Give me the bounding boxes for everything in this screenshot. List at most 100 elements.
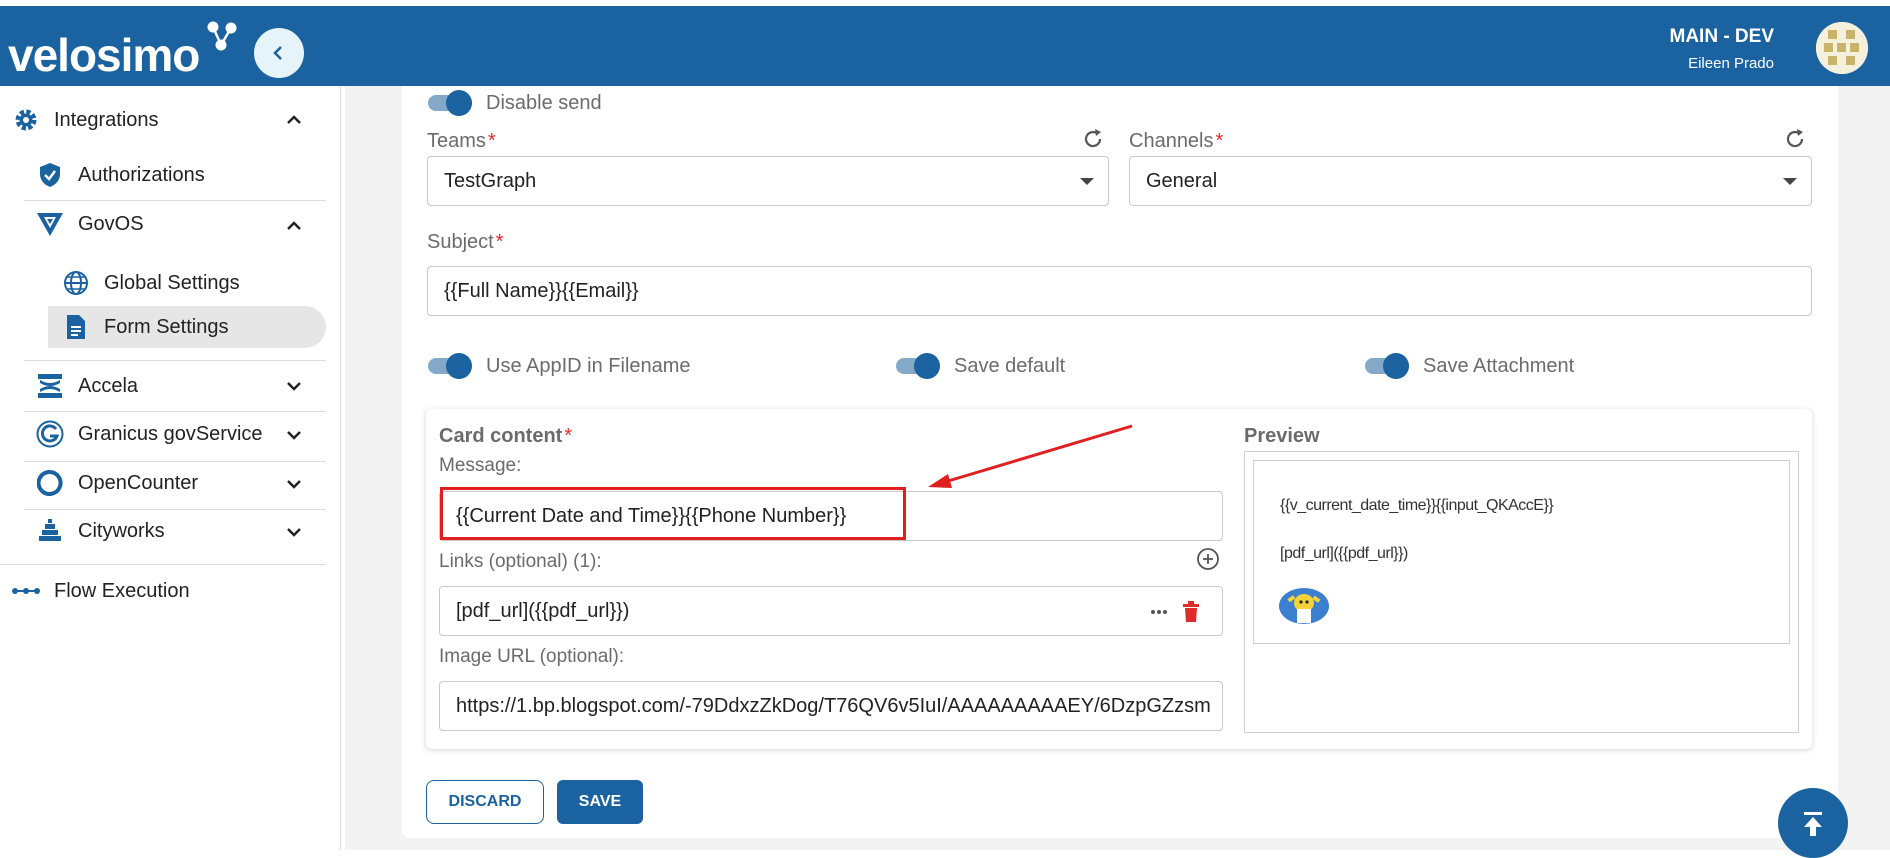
sidebar-item-label: Cityworks [78,519,165,542]
preview-link-text[interactable]: [pdf_url]({{pdf_url}}) [1280,545,1408,563]
sidebar-item-label: Granicus govService [78,422,263,445]
link-item-input[interactable]: [pdf_url]({{pdf_url}}) [439,586,1223,636]
annotation-highlight-box [440,487,906,540]
teams-select[interactable]: TestGraph [427,156,1109,206]
use-appid-label: Use AppID in Filename [486,355,691,377]
save-attachment-toggle[interactable] [1363,351,1411,379]
opencounter-logo-icon [36,469,64,497]
channels-label: Channels * [1129,130,1224,152]
caret-down-icon [1783,178,1797,185]
flow-dots-icon [12,577,40,605]
collapse-sidebar-button[interactable] [254,28,304,78]
teams-label: Teams * [427,130,496,152]
environment-label: MAIN - DEV [1669,26,1775,47]
preview-card: {{v_current_date_time}}{{input_QKAccE}} … [1253,460,1790,644]
image-url-input[interactable]: https://1.bp.blogspot.com/-79DdxzZkDog/T… [439,681,1223,731]
sidebar-item-cityworks[interactable]: Cityworks [36,517,165,545]
channels-select[interactable]: General [1129,156,1812,206]
use-appid-toggle[interactable] [426,351,474,379]
preview-title: Preview [1244,425,1320,447]
granicus-logo-icon [36,420,64,448]
sidebar-item-label: GovOS [78,212,144,235]
discard-button[interactable]: DISCARD [426,780,544,824]
app-header: velosimo MAIN - DEV Eileen Prado [0,6,1890,86]
sidebar-item-label: Authorizations [78,163,205,186]
link-item-value: [pdf_url]({{pdf_url}}) [456,599,630,622]
sidebar-item-accela[interactable]: Accela [36,372,138,400]
chevron-down-icon[interactable] [284,376,304,396]
sidebar-item-label: Integrations [54,108,159,131]
required-mark: * [487,130,496,152]
channels-select-value: General [1146,169,1218,192]
avatar-pattern-icon [1816,22,1868,74]
subject-input[interactable]: {{Full Name}}{{Email}} [427,266,1812,316]
sidebar-item-form-settings[interactable]: Form Settings [62,313,228,341]
preview-box: {{v_current_date_time}}{{input_QKAccE}} … [1244,451,1799,733]
sidebar-item-granicus[interactable]: Granicus govService [36,420,263,448]
teams-refresh-icon[interactable] [1081,127,1105,151]
document-icon [62,313,90,341]
sidebar-item-opencounter[interactable]: OpenCounter [36,469,198,497]
preview-image-thumbnail [1279,588,1329,624]
caret-down-icon [1080,178,1094,185]
velosimo-logo[interactable]: velosimo [8,28,200,82]
sidebar: Integrations Authorizations GovOS Global… [0,86,341,850]
save-button[interactable]: SAVE [557,780,643,824]
subject-label: Subject * [427,231,504,253]
image-url-label: Image URL (optional): [439,646,625,667]
sidebar-divider [24,509,326,510]
sidebar-item-authorizations[interactable]: Authorizations [36,161,205,189]
save-attachment-label: Save Attachment [1423,355,1575,377]
sidebar-divider [24,411,326,412]
logo-dots-icon [207,21,237,51]
toggle-knob [446,90,472,116]
subject-input-value: {{Full Name}}{{Email}} [444,279,639,302]
user-name: Eileen Prado [1688,55,1774,72]
add-circle-icon[interactable] [1196,547,1220,571]
toggle-knob [1383,353,1409,379]
chevron-down-icon[interactable] [284,522,304,542]
chevron-down-icon[interactable] [284,425,304,445]
teams-select-value: TestGraph [444,169,537,192]
save-default-toggle[interactable] [894,351,942,379]
sidebar-item-label: OpenCounter [78,471,199,494]
more-horizontal-icon[interactable] [1150,609,1168,615]
disable-send-label: Disable send [486,92,602,114]
toggle-knob [914,353,940,379]
toggle-knob [446,353,472,379]
chevron-down-icon[interactable] [284,474,304,494]
sidebar-item-label: Flow Execution [54,579,190,602]
sidebar-divider [24,200,326,201]
chevron-left-icon [273,46,282,60]
shield-check-icon [36,161,64,189]
message-label: Message: [439,455,522,476]
chevron-up-icon[interactable] [284,110,304,130]
sidebar-item-label: Global Settings [104,271,240,294]
channels-refresh-icon[interactable] [1783,127,1807,151]
required-mark: * [495,231,504,253]
disable-send-toggle[interactable] [426,88,474,116]
links-label: Links (optional) (1): [439,551,602,572]
sidebar-item-integrations[interactable]: Integrations [12,106,159,134]
sidebar-divider [0,564,326,565]
sidebar-item-label: Form Settings [104,315,229,338]
accela-logo-icon [36,372,64,400]
sidebar-item-global-settings[interactable]: Global Settings [62,269,240,297]
scroll-to-top-button[interactable] [1778,788,1848,858]
user-avatar[interactable] [1816,22,1868,74]
sidebar-divider [24,360,326,361]
image-url-value: https://1.bp.blogspot.com/-79DdxzZkDog/T… [456,694,1211,717]
sidebar-item-flow-execution[interactable]: Flow Execution [12,577,190,605]
globe-icon [62,269,90,297]
gear-icon [12,106,40,134]
chevron-up-icon[interactable] [284,216,304,236]
govos-logo-icon [36,210,64,238]
annotation-arrow-icon [928,424,1133,488]
trash-icon[interactable] [1182,601,1200,623]
required-mark: * [1215,130,1224,152]
sidebar-item-govos[interactable]: GovOS [36,210,144,238]
sidebar-item-label: Accela [78,374,139,397]
sidebar-divider [24,461,326,462]
save-default-label: Save default [954,355,1066,377]
required-mark: * [564,425,573,447]
